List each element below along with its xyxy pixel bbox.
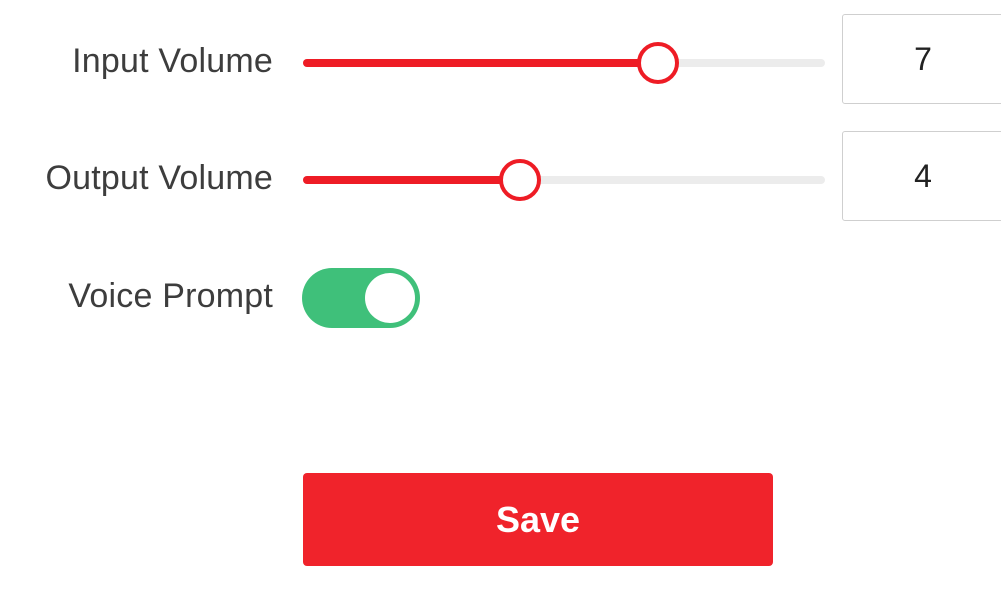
audio-settings-panel: Input Volume 7 Output Volume 4 Voice Pro… xyxy=(0,0,1001,597)
input-volume-slider[interactable] xyxy=(303,42,825,84)
output-volume-slider[interactable] xyxy=(303,159,825,201)
input-volume-slider-thumb[interactable] xyxy=(636,42,679,84)
input-volume-label: Input Volume xyxy=(72,42,273,80)
output-volume-slider-fill xyxy=(303,176,520,184)
save-button[interactable]: Save xyxy=(303,473,773,566)
voice-prompt-toggle[interactable] xyxy=(302,268,420,328)
output-volume-field[interactable]: 4 xyxy=(842,131,1001,221)
output-volume-slider-thumb[interactable] xyxy=(498,159,541,201)
voice-prompt-label: Voice Prompt xyxy=(68,277,273,315)
output-volume-label: Output Volume xyxy=(45,159,273,197)
input-volume-slider-fill xyxy=(303,59,658,67)
input-volume-value: 7 xyxy=(914,41,932,77)
voice-prompt-toggle-knob xyxy=(365,273,415,323)
input-volume-field[interactable]: 7 xyxy=(842,14,1001,104)
output-volume-value: 4 xyxy=(914,158,932,194)
